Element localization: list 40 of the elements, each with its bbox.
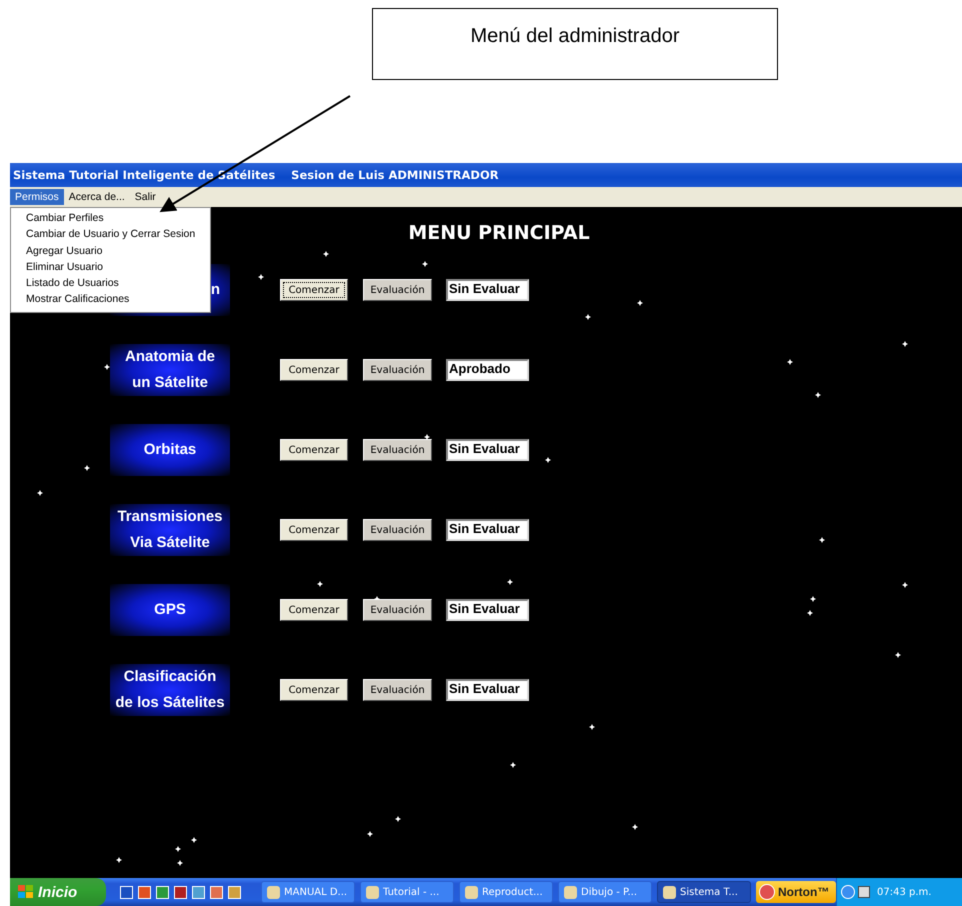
topic-label: GPS (110, 584, 230, 636)
evaluation-button[interactable]: Evaluación (363, 679, 432, 701)
taskbar-button[interactable]: Reproduct... (459, 881, 553, 903)
evaluation-button[interactable]: Evaluación (363, 519, 432, 541)
dropdown-item[interactable]: Cambiar Perfiles (11, 210, 210, 226)
dropdown-item[interactable]: Cambiar de Usuario y Cerrar Sesion (11, 226, 210, 243)
menu-item[interactable]: Salir (130, 189, 161, 205)
status-field: Sin Evaluar (446, 439, 529, 461)
evaluation-button[interactable]: Evaluación (363, 599, 432, 621)
start-button[interactable]: Comenzar (280, 439, 348, 461)
norton-button[interactable]: Norton™ (756, 881, 836, 903)
status-field: Sin Evaluar (446, 279, 529, 301)
taskbar-button[interactable]: Sistema T... (657, 881, 751, 903)
start-button[interactable]: Comenzar (280, 599, 348, 621)
start-button[interactable]: Comenzar (280, 279, 348, 301)
status-field: Aprobado (446, 359, 529, 381)
evaluation-button[interactable]: Evaluación (363, 439, 432, 461)
start-button[interactable]: Comenzar (280, 359, 348, 381)
taskbar-button[interactable]: MANUAL D... (261, 881, 355, 903)
status-field: Sin Evaluar (446, 599, 529, 621)
topic-label: Anatomia de un Sátelite (110, 344, 230, 396)
evaluation-button[interactable]: Evaluación (363, 359, 432, 381)
start-button[interactable]: Comenzar (280, 679, 348, 701)
taskbar-button[interactable]: Dibujo - P... (558, 881, 652, 903)
status-field: Sin Evaluar (446, 679, 529, 701)
window-title: Sistema Tutorial Inteligente de Satélites Sesion de Luis ADMINISTRADOR (13, 168, 499, 182)
menu-heading: MENU PRINCIPAL (408, 221, 590, 246)
start-button[interactable]: Comenzar (280, 519, 348, 541)
topic-label: Clasificación de los Sátelites (110, 664, 230, 716)
menu-item[interactable]: Acerca de... (64, 189, 130, 205)
callout-box: Menú del administrador (372, 8, 778, 80)
clock: 07:43 p.m. (877, 886, 932, 898)
taskbar-button[interactable]: Tutorial - ... (360, 881, 454, 903)
menu-item[interactable]: Permisos (10, 189, 64, 205)
start-button[interactable]: Inicio (10, 878, 106, 906)
dropdown-item[interactable]: Agregar Usuario (11, 242, 210, 259)
status-field: Sin Evaluar (446, 519, 529, 541)
evaluation-button[interactable]: Evaluación (363, 279, 432, 301)
topic-label: Transmisiones Via Sátelite (110, 504, 230, 556)
topic-label: Orbitas (110, 424, 230, 476)
